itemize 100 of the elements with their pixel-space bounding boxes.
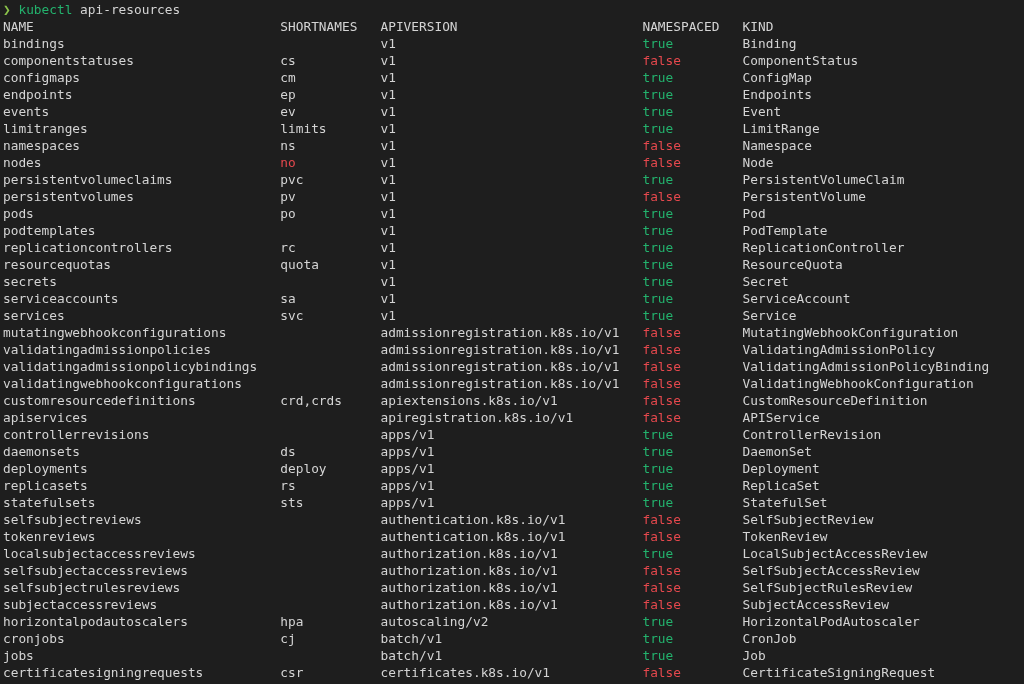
- table-cell: ValidatingWebhookConfiguration: [742, 375, 974, 392]
- table-cell: false: [642, 341, 681, 358]
- table-cell: cronjobs: [3, 630, 65, 647]
- table-cell: false: [642, 154, 681, 171]
- table-cell: ValidatingAdmissionPolicy: [742, 341, 936, 358]
- table-cell: apps/v1: [380, 477, 435, 494]
- table-cell: subjectaccessreviews: [3, 596, 158, 613]
- table-cell: statefulsets: [3, 494, 96, 511]
- table-cell: authorization.k8s.io/v1: [380, 596, 558, 613]
- table-cell: v1: [380, 239, 396, 256]
- table-cell: serviceaccounts: [3, 290, 119, 307]
- table-cell: validatingwebhookconfigurations: [3, 375, 242, 392]
- table-cell: false: [642, 375, 681, 392]
- table-cell: true: [642, 239, 674, 256]
- table-cell: admissionregistration.k8s.io/v1: [380, 358, 620, 375]
- table-cell: cs: [280, 52, 296, 69]
- table-cell: true: [642, 426, 674, 443]
- table-cell: MutatingWebhookConfiguration: [742, 324, 959, 341]
- table-cell: Deployment: [742, 460, 820, 477]
- table-cell: selfsubjectrulesreviews: [3, 579, 181, 596]
- table-cell: daemonsets: [3, 443, 81, 460]
- prompt-symbol: ❯: [3, 1, 11, 18]
- table-cell: v1: [380, 307, 396, 324]
- table-cell: true: [642, 290, 674, 307]
- command-argument: api-resources: [80, 1, 181, 18]
- table-cell: pods: [3, 205, 34, 222]
- table-cell: controllerrevisions: [3, 426, 150, 443]
- table-cell: admissionregistration.k8s.io/v1: [380, 375, 620, 392]
- table-cell: certificates.k8s.io/v1: [380, 664, 550, 681]
- table-cell: true: [642, 222, 674, 239]
- table-cell: ServiceAccount: [742, 290, 851, 307]
- table-cell: crd,crds: [280, 392, 342, 409]
- table-cell: SelfSubjectAccessReview: [742, 562, 920, 579]
- table-cell: CertificateSigningRequest: [742, 664, 936, 681]
- table-cell: false: [642, 137, 681, 154]
- command-text: kubectl: [18, 1, 73, 18]
- table-cell: SubjectAccessReview: [742, 596, 889, 613]
- table-cell: ReplicationController: [742, 239, 905, 256]
- table-cell: ReplicaSet: [742, 477, 820, 494]
- table-cell: replicasets: [3, 477, 88, 494]
- table-cell: ev: [280, 103, 296, 120]
- table-cell: selfsubjectreviews: [3, 511, 142, 528]
- table-cell: authentication.k8s.io/v1: [380, 511, 566, 528]
- table-cell: false: [642, 579, 681, 596]
- table-cell: sa: [280, 290, 296, 307]
- table-cell: deployments: [3, 460, 88, 477]
- table-cell: rs: [280, 477, 296, 494]
- table-cell: v1: [380, 69, 396, 86]
- table-cell: true: [642, 460, 674, 477]
- table-cell: LimitRange: [742, 120, 820, 137]
- table-cell: po: [280, 205, 296, 222]
- table-cell: apps/v1: [380, 460, 435, 477]
- table-cell: podtemplates: [3, 222, 96, 239]
- table-cell: tokenreviews: [3, 528, 96, 545]
- table-cell: mutatingwebhookconfigurations: [3, 324, 227, 341]
- table-cell: batch/v1: [380, 647, 443, 664]
- table-cell: admissionregistration.k8s.io/v1: [380, 341, 620, 358]
- table-cell: Event: [742, 103, 782, 120]
- table-cell: ControllerRevision: [742, 426, 882, 443]
- table-cell: ds: [280, 443, 296, 460]
- table-cell: limitranges: [3, 120, 88, 137]
- table-cell: v1: [380, 52, 396, 69]
- table-cell: true: [642, 307, 674, 324]
- table-cell: CustomResourceDefinition: [742, 392, 928, 409]
- table-cell: false: [642, 52, 681, 69]
- table-cell: batch/v1: [380, 630, 443, 647]
- table-cell: v1: [380, 273, 396, 290]
- table-cell: PodTemplate: [742, 222, 828, 239]
- table-cell: Node: [742, 154, 774, 171]
- table-cell: true: [642, 613, 674, 630]
- table-cell: certificatesigningrequests: [3, 664, 204, 681]
- table-cell: false: [642, 596, 681, 613]
- table-cell: Job: [742, 647, 766, 664]
- table-cell: true: [642, 171, 674, 188]
- column-header: SHORTNAMES: [280, 18, 358, 35]
- table-cell: ns: [280, 137, 296, 154]
- table-cell: v1: [380, 205, 396, 222]
- table-cell: true: [642, 273, 674, 290]
- table-cell: apps/v1: [380, 443, 435, 460]
- table-cell: authorization.k8s.io/v1: [380, 562, 558, 579]
- table-cell: PersistentVolume: [742, 188, 866, 205]
- table-cell: true: [642, 443, 674, 460]
- table-cell: true: [642, 120, 674, 137]
- table-cell: SelfSubjectReview: [742, 511, 874, 528]
- table-cell: Service: [742, 307, 797, 324]
- table-cell: horizontalpodautoscalers: [3, 613, 188, 630]
- table-cell: v1: [380, 290, 396, 307]
- table-cell: v1: [380, 188, 396, 205]
- table-cell: configmaps: [3, 69, 81, 86]
- table-cell: v1: [380, 171, 396, 188]
- table-cell: true: [642, 647, 674, 664]
- table-cell: v1: [380, 222, 396, 239]
- table-cell: namespaces: [3, 137, 81, 154]
- table-cell: true: [642, 35, 674, 52]
- table-cell: componentstatuses: [3, 52, 134, 69]
- table-cell: apiservices: [3, 409, 88, 426]
- table-cell: v1: [380, 256, 396, 273]
- table-cell: Binding: [742, 35, 797, 52]
- table-cell: nodes: [3, 154, 42, 171]
- table-cell: true: [642, 494, 674, 511]
